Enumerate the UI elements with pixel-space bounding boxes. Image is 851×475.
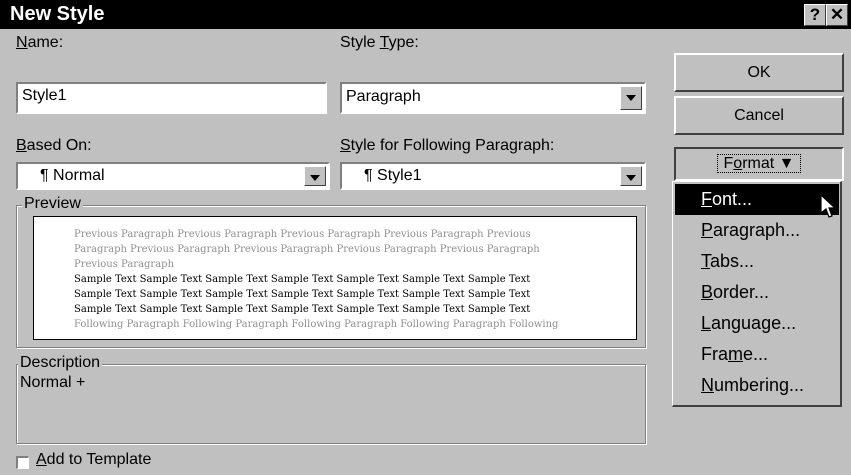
triangle-down-icon: ▼ [778,155,795,172]
name-input[interactable]: Style1 [16,82,327,114]
cancel-button[interactable]: Cancel [674,96,844,135]
format-menu-item[interactable]: Numbering... [675,370,839,401]
title-bar [0,0,851,29]
preview-line: Sample Text Sample Text Sample Text Samp… [74,289,531,300]
style-type-label: Style Type: [340,34,419,51]
preview-line: Previous Paragraph [74,259,175,270]
add-to-template-checkbox[interactable] [16,456,29,469]
description-legend: Description [18,354,103,372]
style-type-dropdown[interactable]: Paragraph [340,82,646,114]
style-type-value: Paragraph [346,88,421,105]
name-label: Name: [16,34,64,51]
preview-line: Previous Paragraph Previous Paragraph Pr… [74,229,531,240]
name-input-value: Style1 [22,87,67,104]
add-to-template-label[interactable]: Add to Template [36,451,151,469]
preview-line: Sample Text Sample Text Sample Text Samp… [74,304,531,315]
preview-box: Previous Paragraph Previous Paragraph Pr… [33,216,637,340]
format-menu-item[interactable]: Tabs... [675,246,839,277]
preview-line: Following Paragraph Following Paragraph … [74,319,559,330]
format-button[interactable]: Format ▼ [674,147,844,181]
window-title: New Style [10,3,105,25]
help-button[interactable]: ? [804,4,826,26]
preview-line: Sample Text Sample Text Sample Text Samp… [74,274,531,285]
based-on-value: ¶ Normal [40,167,105,184]
based-on-label: Based On: [16,137,92,154]
following-style-dropdown[interactable]: ¶ Style1 [340,162,646,190]
close-icon: ✕ [829,5,845,24]
close-button[interactable]: ✕ [826,4,848,26]
ok-button[interactable]: OK [674,53,844,92]
format-menu-item[interactable]: Font... [675,184,839,215]
following-style-value: ¶ Style1 [364,167,422,184]
chevron-down-icon[interactable] [620,86,642,110]
format-menu-item[interactable]: Paragraph... [675,215,839,246]
preview-line: Paragraph Previous Paragraph Previous Pa… [74,244,540,255]
description-group [16,364,646,444]
format-menu: Font... Paragraph... Tabs... Border... Langu… [672,181,842,407]
format-menu-item[interactable]: Language... [675,308,839,339]
cursor-icon [820,194,837,218]
format-menu-item[interactable]: Border... [675,277,839,308]
description-text: Normal + [20,374,86,391]
chevron-down-icon[interactable] [620,166,642,186]
format-menu-item[interactable]: Frame... [675,339,839,370]
preview-legend: Preview [22,195,83,213]
chevron-down-icon[interactable] [304,166,326,186]
based-on-dropdown[interactable]: ¶ Normal [16,162,330,190]
following-style-label: Style for Following Paragraph: [340,137,555,154]
